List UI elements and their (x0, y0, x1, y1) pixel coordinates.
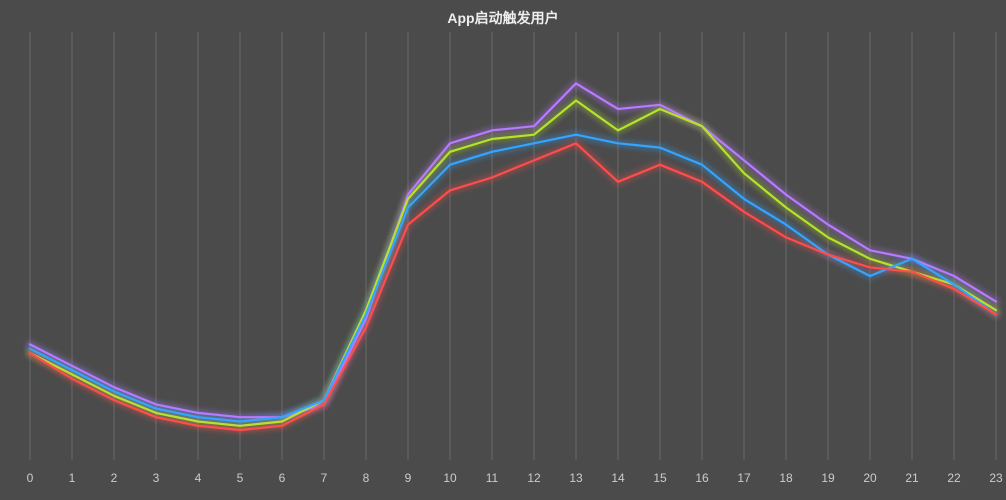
x-tick-label: 9 (405, 471, 412, 485)
x-tick-label: 18 (779, 471, 793, 485)
series-glow-series-red (30, 143, 996, 430)
x-tick-label: 19 (821, 471, 835, 485)
x-tick-label: 23 (989, 471, 1003, 485)
x-tick-label: 22 (947, 471, 961, 485)
x-tick-label: 6 (279, 471, 286, 485)
x-tick-label: 8 (363, 471, 370, 485)
x-tick-label: 11 (486, 471, 499, 485)
x-tick-label: 13 (569, 471, 583, 485)
line-chart: 01234567891011121314151617181920212223 (0, 0, 1006, 500)
x-tick-label: 15 (653, 471, 667, 485)
x-tick-label: 20 (863, 471, 877, 485)
x-tick-label: 1 (69, 471, 76, 485)
series-line-series-blue (30, 135, 996, 422)
x-tick-label: 2 (111, 471, 118, 485)
x-tick-label: 12 (527, 471, 541, 485)
series-line-series-red (30, 143, 996, 430)
chart-container: App启动触发用户 012345678910111213141516171819… (0, 0, 1006, 500)
x-tick-label: 10 (443, 471, 457, 485)
x-tick-label: 21 (905, 471, 919, 485)
x-tick-label: 0 (27, 471, 34, 485)
x-tick-label: 7 (321, 471, 328, 485)
x-tick-label: 14 (611, 471, 625, 485)
x-tick-label: 5 (237, 471, 244, 485)
x-tick-label: 4 (195, 471, 202, 485)
x-tick-label: 3 (153, 471, 160, 485)
series-glow-series-blue (30, 135, 996, 422)
x-tick-label: 16 (695, 471, 709, 485)
x-tick-label: 17 (737, 471, 751, 485)
